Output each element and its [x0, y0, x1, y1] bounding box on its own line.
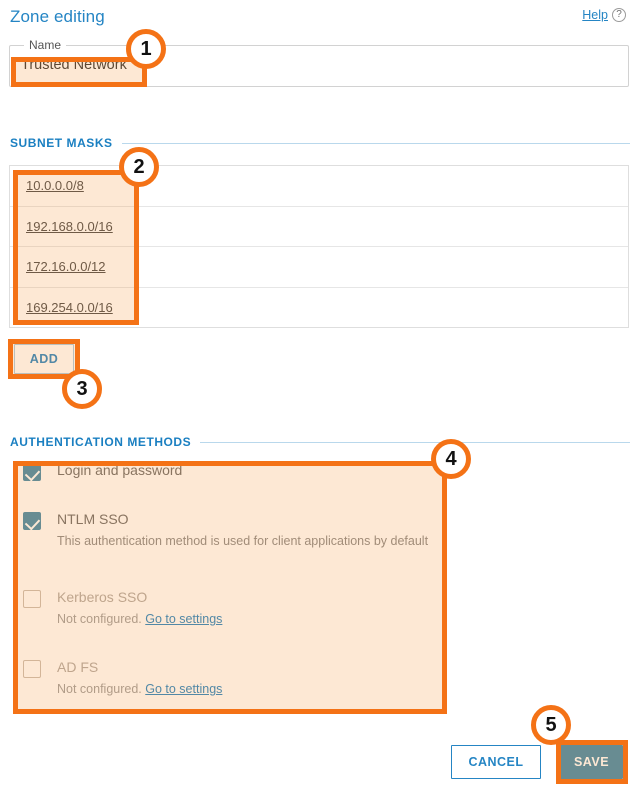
annotation-badge-1: 1 — [126, 29, 166, 69]
section-divider — [200, 441, 630, 443]
checkbox-ad-fs[interactable] — [23, 660, 41, 678]
section-divider — [121, 142, 630, 144]
table-row[interactable]: 192.168.0.0/16 — [10, 205, 628, 247]
subnet-mask-link[interactable]: 169.254.0.0/16 — [26, 300, 113, 315]
checkbox-ntlm-sso[interactable] — [23, 512, 41, 530]
zone-editing-page: Zone editing Help ? Name Trusted Network… — [0, 0, 640, 788]
auth-method-label: Login and password — [57, 462, 183, 478]
annotation-badge-5: 5 — [531, 705, 571, 745]
help-link[interactable]: Help — [582, 8, 608, 22]
name-input[interactable]: Trusted Network — [21, 57, 127, 73]
subnet-mask-link[interactable]: 192.168.0.0/16 — [26, 219, 113, 234]
auth-method-status: Not configured. — [57, 682, 142, 696]
list-item: Kerberos SSO Not configured. Go to setti… — [9, 589, 629, 627]
page-title: Zone editing — [10, 7, 105, 26]
checkbox-login-and-password[interactable] — [23, 463, 41, 481]
add-subnet-button[interactable]: ADD — [14, 344, 74, 374]
question-circle-icon[interactable]: ? — [612, 8, 626, 22]
authentication-methods-list: Login and password NTLM SSO This authent… — [9, 462, 629, 697]
table-row[interactable]: 172.16.0.0/12 — [10, 246, 628, 287]
auth-method-status: Not configured. — [57, 612, 142, 626]
annotation-badge-3: 3 — [62, 369, 102, 409]
subnet-masks-section-header: SUBNET MASKS — [10, 136, 630, 150]
table-row[interactable]: 10.0.0.0/8 — [10, 165, 628, 206]
authentication-methods-section-header: AUTHENTICATION METHODS — [10, 435, 630, 449]
table-row[interactable]: 169.254.0.0/16 — [10, 286, 628, 328]
auth-method-description: Not configured. Go to settings — [57, 682, 222, 697]
authentication-methods-heading: AUTHENTICATION METHODS — [10, 435, 192, 449]
subnet-mask-link[interactable]: 172.16.0.0/12 — [26, 259, 106, 274]
name-label: Name — [24, 38, 67, 52]
annotation-badge-2: 2 — [119, 147, 159, 187]
subnet-masks-table: 10.0.0.0/8 192.168.0.0/16 172.16.0.0/12 … — [9, 165, 629, 328]
auth-method-label: NTLM SSO — [57, 511, 129, 527]
go-to-settings-link[interactable]: Go to settings — [145, 682, 222, 696]
help-control[interactable]: Help ? — [582, 8, 626, 22]
auth-method-label: AD FS — [57, 659, 99, 675]
list-item: AD FS Not configured. Go to settings — [9, 659, 629, 697]
auth-method-label: Kerberos SSO — [57, 589, 148, 605]
subnet-mask-link[interactable]: 10.0.0.0/8 — [26, 178, 84, 193]
go-to-settings-link[interactable]: Go to settings — [145, 612, 222, 626]
save-button[interactable]: SAVE — [560, 745, 623, 779]
list-item[interactable]: NTLM SSO This authentication method is u… — [9, 511, 629, 549]
auth-method-description: This authentication method is used for c… — [57, 534, 429, 548]
auth-method-description: Not configured. Go to settings — [57, 612, 222, 627]
name-fieldset[interactable]: Name Trusted Network — [9, 38, 629, 87]
cancel-button[interactable]: CANCEL — [451, 745, 541, 779]
checkbox-kerberos-sso[interactable] — [23, 590, 41, 608]
annotation-badge-4: 4 — [431, 439, 471, 479]
list-item[interactable]: Login and password — [9, 462, 629, 481]
subnet-masks-heading: SUBNET MASKS — [10, 136, 113, 150]
